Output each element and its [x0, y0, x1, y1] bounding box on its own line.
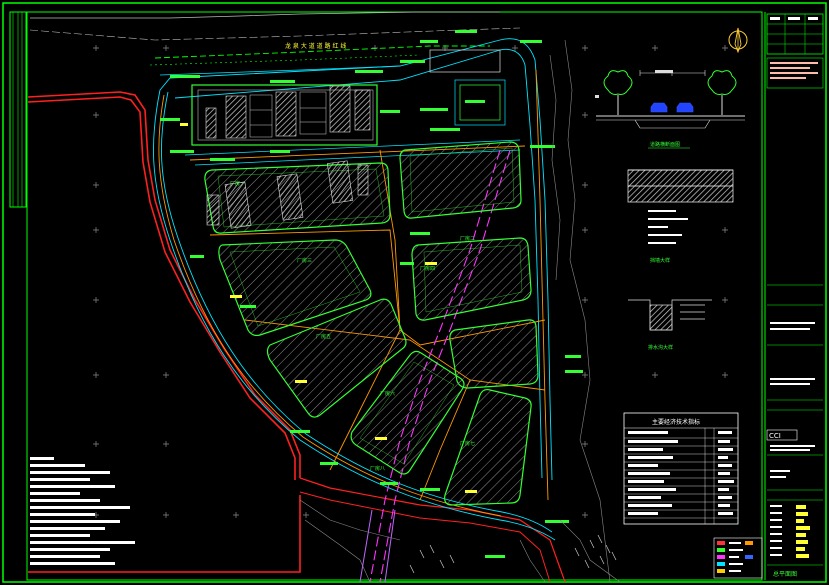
- plot-label-4: 厂房四: [420, 265, 435, 272]
- plot-label-7: 厂房七: [460, 440, 475, 447]
- plot-label-5: 厂房五: [316, 333, 331, 340]
- design-notes: [30, 457, 135, 565]
- title-block-label: 总平面图: [773, 570, 797, 578]
- svg-text:CCI: CCI: [769, 432, 781, 440]
- indicator-table: 主要经济技术指标: [623, 412, 739, 525]
- cad-site-plan: 龙 泉 大 道 道 路 红 线 厂房一 厂房二 厂房三 厂房四 厂房五 厂房六 …: [2, 2, 827, 583]
- top-road-label: 龙 泉 大 道 道 路 红 线: [285, 42, 346, 50]
- plot-4: [411, 237, 532, 321]
- section-title-1: 道路横断面图: [650, 141, 680, 148]
- tree-icon: [603, 70, 737, 95]
- plot-label-6: 厂房六: [380, 390, 395, 397]
- plot-label-2: 厂房二: [460, 235, 475, 242]
- plot-label-1: 厂房一: [230, 180, 245, 187]
- legend: [713, 537, 763, 579]
- wall-detail: 挡墙大样: [627, 169, 734, 264]
- table-title: 主要经济技术指标: [652, 418, 700, 426]
- car-icon: [650, 102, 694, 113]
- section-title-2: 挡墙大样: [650, 257, 670, 264]
- title-block: CCI 总平面图: [764, 12, 824, 580]
- plot-label-8: 厂房八: [370, 465, 385, 472]
- compass-icon: [728, 27, 748, 54]
- plot-2: [399, 141, 522, 219]
- road-section-detail: 道路横断面图: [595, 70, 745, 149]
- top-road: [29, 11, 521, 76]
- plot-label-3: 厂房三: [297, 257, 312, 264]
- land-plots: [204, 141, 539, 506]
- drain-detail: 排水沟大样: [628, 299, 712, 351]
- plot-8: [444, 388, 532, 506]
- section-title-3: 排水沟大样: [648, 344, 673, 351]
- plot-6: [449, 319, 539, 389]
